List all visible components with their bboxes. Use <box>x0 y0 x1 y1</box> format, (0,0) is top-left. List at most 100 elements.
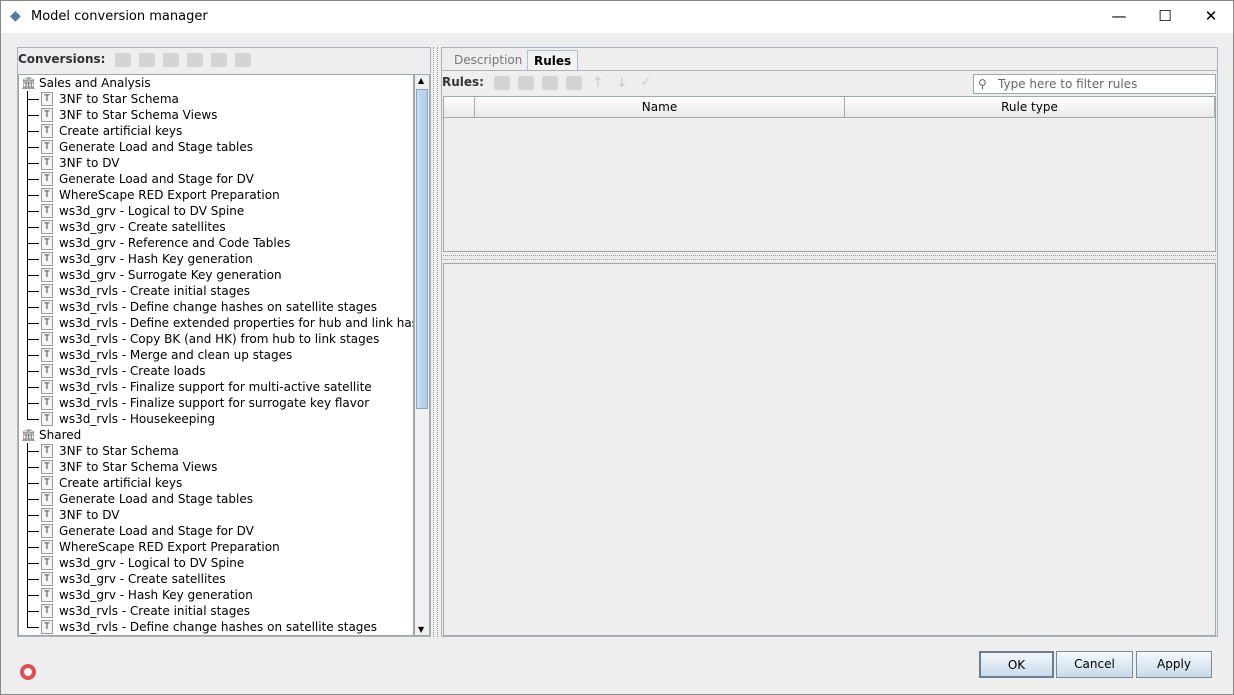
tree-item[interactable]: T Create artificial keys <box>19 123 413 139</box>
tree-line <box>27 323 39 324</box>
scrollbar-thumb[interactable] <box>416 89 428 409</box>
tree-item[interactable]: T 3NF to Star Schema <box>19 91 413 107</box>
validate-icon[interactable]: ✓ <box>638 75 654 90</box>
maximize-button[interactable]: ☐ <box>1142 1 1188 33</box>
template-icon: T <box>41 620 53 634</box>
filter-placeholder: Type here to filter rules <box>998 77 1138 91</box>
tree-item[interactable]: Tws3d_grv - Logical to DV Spine <box>19 555 413 571</box>
tree-item[interactable]: Tws3d_rvls - Housekeeping <box>19 411 413 427</box>
tree-line <box>27 211 39 212</box>
minimize-button[interactable]: — <box>1096 1 1142 33</box>
tree-item[interactable]: T Create artificial keys <box>19 475 413 491</box>
conversion-label: ws3d_rvls - Merge and clean up stages <box>59 348 293 362</box>
tree-item[interactable]: T 3NF to Star Schema Views <box>19 107 413 123</box>
move-up-icon[interactable]: ↑ <box>590 76 606 90</box>
add-rule-icon[interactable] <box>493 75 510 90</box>
tree-item[interactable]: Tws3d_grv - Create satellites <box>19 571 413 587</box>
tree-item[interactable]: Tws3d_grv - Hash Key generation <box>19 587 413 603</box>
column-header-rule-type[interactable]: Rule type <box>845 97 1215 118</box>
template-icon: T <box>41 540 53 554</box>
rules-table[interactable]: Name Rule type <box>443 96 1216 252</box>
conversion-label: ws3d_rvls - Define change hashes on sate… <box>59 300 378 314</box>
tree-item[interactable]: Tws3d_rvls - Create initial stages <box>19 603 413 619</box>
conversions-tree[interactable]: 🏛 Sales and Analysis T 3NF to Star Schema T 3… <box>18 74 414 636</box>
tree-line <box>27 595 39 596</box>
tree-group[interactable]: 🏛 Sales and Analysis <box>19 75 413 91</box>
tab-description[interactable]: Description <box>448 50 528 70</box>
tree-item[interactable]: Tws3d_rvls - Create initial stages <box>19 283 413 299</box>
conversion-label: Generate Load and Stage tables <box>59 140 253 154</box>
tree-item[interactable]: Tws3d_grv - Surrogate Key generation <box>19 267 413 283</box>
tree-item[interactable]: Tws3d_rvls - Finalize support for surrog… <box>19 395 413 411</box>
help-icon[interactable] <box>20 664 36 680</box>
copy-conversion-icon[interactable] <box>163 52 180 67</box>
template-icon: T <box>41 364 53 378</box>
tree-item[interactable]: Tws3d_rvls - Finalize support for multi-… <box>19 379 413 395</box>
tree-item[interactable]: Tws3d_rvls - Define change hashes on sat… <box>19 299 413 315</box>
scroll-up-icon[interactable]: ▲ <box>418 76 424 85</box>
template-icon: T <box>41 188 53 202</box>
search-icon: ⚲ <box>978 77 987 91</box>
move-down-icon[interactable]: ↓ <box>614 76 630 90</box>
horizontal-splitter[interactable] <box>443 255 1216 260</box>
conversion-label: Generate Load and Stage for DV <box>59 172 254 186</box>
conversion-label: 3NF to Star Schema <box>59 92 179 106</box>
ok-button[interactable]: OK <box>979 651 1054 678</box>
template-icon: T <box>41 332 53 346</box>
tree-item[interactable]: T Generate Load and Stage tables <box>19 491 413 507</box>
tab-rules[interactable]: Rules <box>527 50 579 70</box>
template-icon: T <box>41 588 53 602</box>
template-icon: T <box>41 172 53 186</box>
rules-filter-input[interactable]: ⚲ Type here to filter rules <box>973 74 1216 94</box>
tree-line <box>27 355 39 356</box>
template-icon: T <box>41 156 53 170</box>
tree-group[interactable]: 🏛 Shared <box>19 427 413 443</box>
save-icon[interactable] <box>235 52 252 67</box>
tree-item[interactable]: Tws3d_rvls - Define change hashes on sat… <box>19 619 413 635</box>
tree-item[interactable]: Tws3d_rvls - Define extended properties … <box>19 315 413 331</box>
tree-line <box>27 419 39 420</box>
edit-rule-icon[interactable] <box>517 75 534 90</box>
tree-item[interactable]: Tws3d_grv - Logical to DV Spine <box>19 203 413 219</box>
edit-conversion-icon[interactable] <box>139 52 156 67</box>
tree-vertical-line <box>27 443 28 627</box>
add-conversion-icon[interactable] <box>115 52 132 67</box>
tree-line <box>27 579 39 580</box>
template-icon: T <box>41 396 53 410</box>
copy-rule-icon[interactable] <box>541 75 558 90</box>
column-header-name[interactable]: Name <box>475 97 845 118</box>
tree-item[interactable]: T WhereScape RED Export Preparation <box>19 187 413 203</box>
vertical-splitter[interactable] <box>433 47 438 637</box>
close-button[interactable]: ✕ <box>1188 1 1234 33</box>
tree-item[interactable]: Tws3d_grv - Reference and Code Tables <box>19 235 413 251</box>
group-label: Shared <box>39 428 82 442</box>
tree-item[interactable]: Tws3d_rvls - Copy BK (and HK) from hub t… <box>19 331 413 347</box>
conversion-label: Generate Load and Stage for DV <box>59 524 254 538</box>
conversion-label: ws3d_rvls - Define change hashes on sate… <box>59 620 378 634</box>
conversion-label: ws3d_grv - Logical to DV Spine <box>59 204 245 218</box>
tree-item[interactable]: Tws3d_rvls - Merge and clean up stages <box>19 347 413 363</box>
tree-item[interactable]: T 3NF to Star Schema Views <box>19 459 413 475</box>
tree-line <box>27 611 39 612</box>
tree-item[interactable]: Tws3d_grv - Create satellites <box>19 219 413 235</box>
tree-item[interactable]: Tws3d_grv - Hash Key generation <box>19 251 413 267</box>
template-icon: T <box>41 92 53 106</box>
tree-item[interactable]: T Generate Load and Stage for DV <box>19 171 413 187</box>
tree-item[interactable]: T 3NF to DV <box>19 507 413 523</box>
cancel-button[interactable]: Cancel <box>1056 651 1133 678</box>
tree-line <box>27 147 39 148</box>
apply-button[interactable]: Apply <box>1136 651 1212 678</box>
tree-item[interactable]: T WhereScape RED Export Preparation <box>19 539 413 555</box>
conversion-label: ws3d_grv - Create satellites <box>59 572 226 586</box>
template-icon: T <box>41 220 53 234</box>
remove-rule-icon[interactable] <box>565 75 582 90</box>
model-icon: 🏛 <box>21 76 37 90</box>
tree-item[interactable]: T 3NF to Star Schema <box>19 443 413 459</box>
undo-icon[interactable] <box>211 52 228 67</box>
tree-item[interactable]: Tws3d_rvls - Create loads <box>19 363 413 379</box>
scroll-down-icon[interactable]: ▼ <box>418 625 424 634</box>
remove-conversion-icon[interactable] <box>187 52 204 67</box>
tree-item[interactable]: T Generate Load and Stage for DV <box>19 523 413 539</box>
tree-item[interactable]: T 3NF to DV <box>19 155 413 171</box>
tree-item[interactable]: T Generate Load and Stage tables <box>19 139 413 155</box>
